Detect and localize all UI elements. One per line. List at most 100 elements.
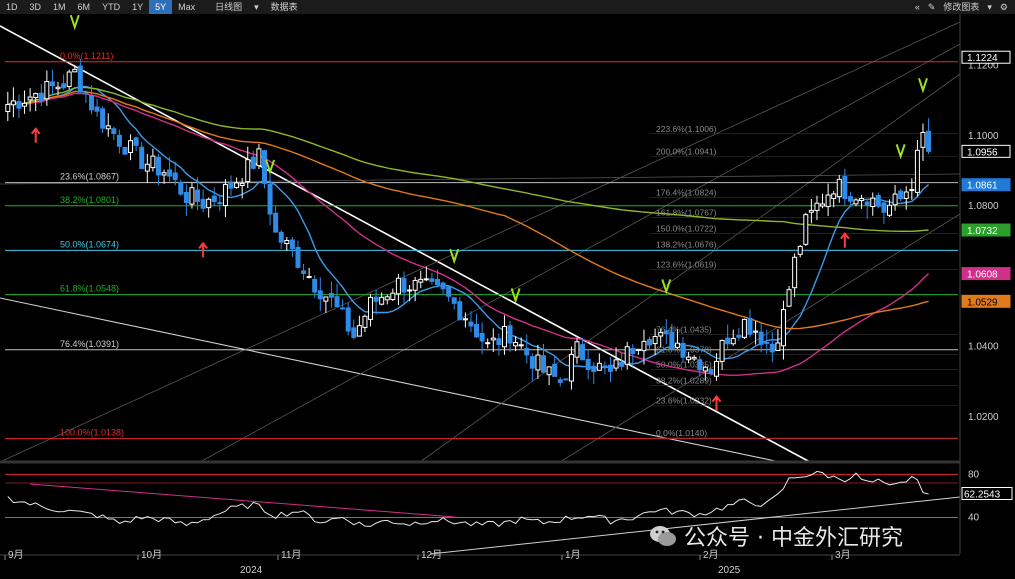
candle-body: [172, 172, 178, 181]
candle-body: [351, 327, 357, 338]
candle-body: [306, 276, 312, 279]
price-badge: 1.0529: [961, 294, 1011, 308]
candle-body: [719, 339, 725, 362]
candle-body: [345, 307, 351, 332]
timeframe-6m[interactable]: 6M: [72, 0, 97, 14]
candle-body: [72, 68, 78, 73]
candle-body: [602, 365, 608, 368]
pencil-icon[interactable]: ✎: [925, 0, 939, 14]
candle-body: [702, 366, 708, 372]
candle-body: [898, 190, 904, 200]
candle-body: [669, 331, 675, 350]
candle-body: [334, 296, 340, 308]
price-badge: 1.0861: [961, 178, 1011, 192]
month-label: 10月: [141, 549, 162, 561]
candle-body: [423, 278, 429, 281]
candle-body: [647, 339, 653, 346]
timeframe-5y[interactable]: 5Y: [149, 0, 173, 14]
chart-type-dropdown[interactable]: 日线图: [209, 0, 248, 14]
price-tick-label: 1.0200: [968, 412, 999, 423]
candle-body: [373, 296, 379, 302]
candle-body: [200, 198, 206, 209]
candle-body: [440, 282, 446, 290]
candle-body: [624, 346, 630, 365]
chart-toolbar: 1D 3D 1M 6M YTD 1Y 5Y Max 日线图 ▾ 数据表 « ✎ 修改图表 ▾ …: [0, 0, 1015, 15]
candle-body: [189, 187, 195, 205]
candle-body: [27, 96, 33, 101]
candle-body: [395, 277, 401, 295]
timeframe-1y[interactable]: 1Y: [126, 0, 149, 14]
candle-body: [66, 71, 72, 88]
timeframe-ytd[interactable]: YTD: [96, 0, 126, 14]
fib-ext-label: 223.6%(1.1006): [656, 124, 717, 134]
month-label: 11月: [281, 549, 301, 561]
candle-body: [368, 296, 374, 320]
candle-body: [384, 296, 390, 301]
chevron-down-icon[interactable]: ▾: [248, 0, 265, 14]
candle-body: [44, 81, 50, 100]
candle-body: [122, 146, 128, 155]
candle-body: [886, 204, 892, 216]
timeframe-1m[interactable]: 1M: [47, 0, 72, 14]
oscillator-tick-label: 80: [968, 469, 980, 480]
candle-body: [323, 296, 329, 302]
chevron-down-icon[interactable]: ▾: [984, 0, 995, 14]
candle-body: [83, 92, 89, 95]
candle-body: [674, 342, 680, 348]
candle-body: [139, 146, 145, 169]
candle-body: [786, 289, 792, 307]
candle-body: [301, 270, 307, 274]
candle-body: [328, 292, 334, 298]
fib-ext-label: 138.2%(1.0676): [656, 240, 717, 250]
candle-body: [920, 131, 926, 148]
candle-body: [859, 198, 865, 202]
fib-ext-label: 150.0%(1.0722): [656, 224, 717, 234]
chevron-double-left-icon[interactable]: «: [912, 0, 923, 14]
year-label: 2025: [718, 565, 741, 576]
watermark: 公众号 · 中金外汇研究: [648, 520, 903, 552]
price-badge-label: 1.0732: [967, 226, 998, 237]
candle: [803, 212, 809, 247]
candle-body: [847, 196, 853, 202]
wechat-logo-icon: [650, 526, 676, 546]
candle-body: [591, 365, 597, 372]
candle-body: [820, 203, 826, 207]
candle-body: [289, 239, 295, 250]
month-label: 1月: [565, 549, 581, 561]
candle-body: [764, 342, 770, 345]
candle-body: [22, 102, 28, 107]
timeframe-3d[interactable]: 3D: [24, 0, 48, 14]
data-table-button[interactable]: 数据表: [265, 0, 304, 14]
candle-body: [691, 356, 697, 360]
candle-body: [635, 348, 641, 351]
candle: [122, 146, 128, 156]
candle-body: [568, 353, 574, 382]
candle-body: [284, 239, 290, 244]
candle-body: [663, 330, 669, 335]
price-badge: 1.0956: [961, 144, 1011, 158]
settings-gear-icon[interactable]: ⚙: [997, 0, 1011, 14]
candle-body: [317, 290, 323, 300]
candle-body: [736, 335, 742, 338]
price-badge-label: 1.0608: [967, 270, 998, 281]
fib-level-label: 23.6%(1.0867): [60, 172, 119, 182]
fib-ext-label: 176.4%(1.0824): [656, 188, 717, 198]
candle-body: [580, 344, 586, 361]
timeframe-selector: 1D 3D 1M 6M YTD 1Y 5Y Max: [0, 0, 201, 14]
candle-body: [507, 325, 513, 344]
timeframe-max[interactable]: Max: [172, 0, 201, 14]
candle-body: [33, 93, 39, 98]
candle-body: [401, 278, 407, 293]
candle-body: [842, 176, 848, 200]
candle-body: [870, 197, 876, 208]
timeframe-1d[interactable]: 1D: [0, 0, 24, 14]
candle-body: [434, 278, 440, 286]
candle-body: [725, 337, 731, 345]
candle-body: [295, 246, 301, 268]
candle-body: [529, 356, 535, 369]
edit-chart-button[interactable]: 修改图表: [940, 0, 982, 14]
fib-ext-label: 0.0%(1.0140): [656, 428, 707, 438]
candle-body: [105, 125, 111, 130]
candle: [261, 149, 267, 189]
candle-body: [222, 184, 228, 207]
